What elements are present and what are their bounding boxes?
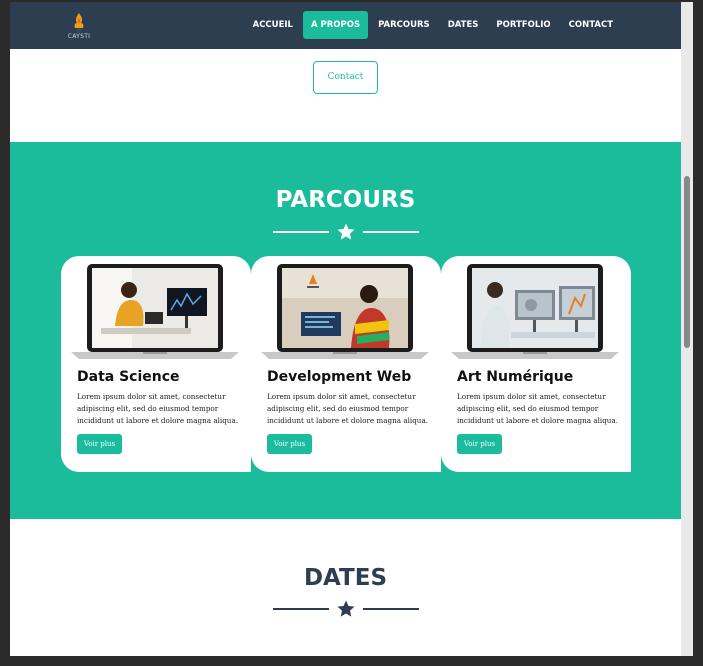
main-nav: ACCUEIL A PROPOS PARCOURS DATES PORTFOLI… [243, 11, 621, 39]
divider-line-right [363, 231, 419, 233]
dates-title: DATES [303, 565, 388, 591]
brand-logo[interactable]: CAYSTI [66, 11, 92, 43]
nav-item-dates[interactable]: DATES [440, 11, 487, 39]
card-art-numerique: Art Numérique Lorem ipsum dolor sit amet… [441, 256, 631, 472]
parcours-cards: Data Science Lorem ipsum dolor sit amet,… [61, 256, 631, 472]
star-icon [337, 600, 355, 617]
divider-line-left [273, 231, 329, 233]
vertical-scrollbar[interactable] [681, 2, 693, 656]
navbar: CAYSTI ACCUEIL A PROPOS PARCOURS DATES P… [10, 2, 681, 49]
parcours-title: PARCOURS [275, 187, 416, 213]
card-title: Data Science [77, 369, 180, 385]
parcours-section: PARCOURS Data Science Lorem ipsum dolor … [10, 142, 681, 519]
card-data-science: Data Science Lorem ipsum dolor sit amet,… [61, 256, 251, 472]
nav-item-portfolio[interactable]: PORTFOLIO [488, 11, 558, 39]
card-description: Lorem ipsum dolor sit amet, consectetur … [267, 392, 429, 425]
nav-item-contact[interactable]: CONTACT [561, 11, 621, 39]
divider-line-right [363, 608, 419, 610]
brand-logo-text: CAYSTI [67, 33, 91, 40]
contact-button[interactable]: Contact [313, 61, 378, 94]
laptop-art-icon [451, 264, 619, 359]
dates-divider [273, 599, 419, 619]
laptop-data-science-icon [71, 264, 239, 359]
page-viewport: CAYSTI ACCUEIL A PROPOS PARCOURS DATES P… [10, 2, 681, 656]
card-description: Lorem ipsum dolor sit amet, consectetur … [77, 392, 239, 425]
nav-item-accueil[interactable]: ACCUEIL [245, 11, 301, 39]
laptop-web-dev-icon [261, 264, 429, 359]
card-development-web: Development Web Lorem ipsum dolor sit am… [251, 256, 441, 472]
nav-item-parcours[interactable]: PARCOURS [370, 11, 438, 39]
star-icon [337, 223, 355, 240]
voir-plus-button[interactable]: Voir plus [267, 434, 312, 454]
divider-line-left [273, 608, 329, 610]
nav-item-a-propos[interactable]: A PROPOS [302, 11, 369, 39]
card-title: Art Numérique [457, 369, 574, 385]
card-description: Lorem ipsum dolor sit amet, consectetur … [457, 392, 619, 425]
card-title: Development Web [267, 369, 412, 385]
voir-plus-button[interactable]: Voir plus [457, 434, 502, 454]
parcours-divider [273, 222, 419, 242]
flame-logo-icon [74, 13, 84, 33]
scrollbar-thumb[interactable] [684, 176, 690, 348]
voir-plus-button[interactable]: Voir plus [77, 434, 122, 454]
